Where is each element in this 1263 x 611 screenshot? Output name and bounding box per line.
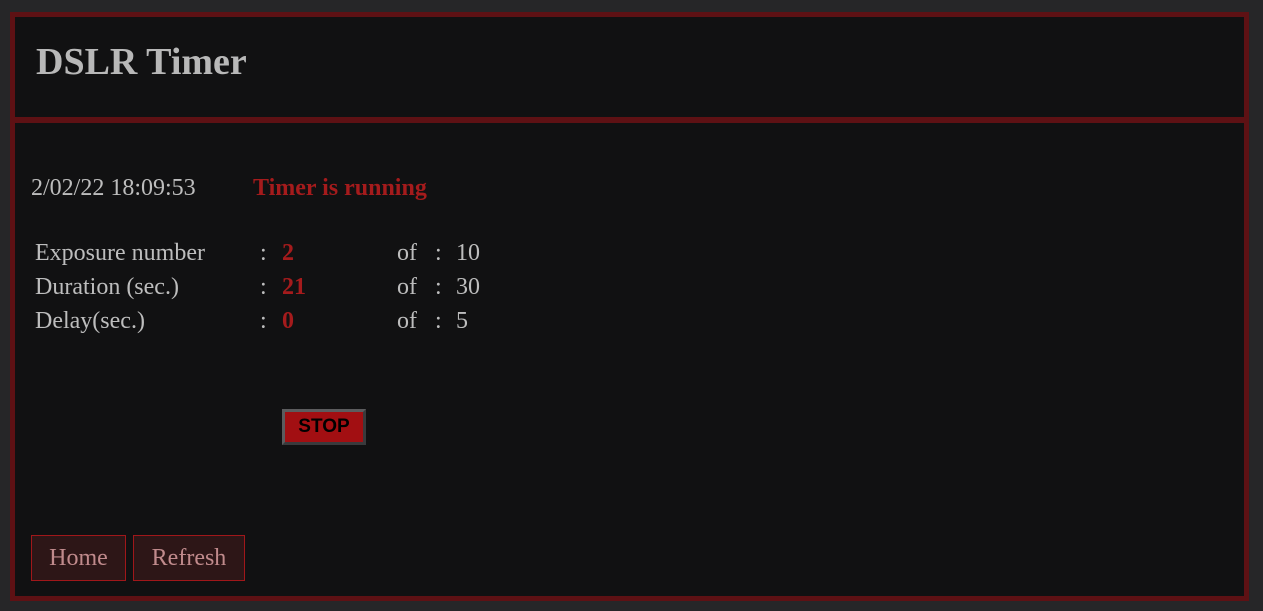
stat-value: 21	[282, 274, 306, 300]
stat-of-label: of	[397, 274, 417, 300]
stats-table: Exposure number : 2 of : 10 Duration (se…	[35, 239, 535, 341]
stat-separator: :	[260, 308, 267, 334]
stop-button[interactable]: STOP	[282, 409, 366, 445]
stat-total: 10	[456, 240, 480, 266]
stat-total: 30	[456, 274, 480, 300]
stat-label: Delay(sec.)	[35, 308, 145, 334]
stat-label: Duration (sec.)	[35, 274, 179, 300]
stat-row-delay: Delay(sec.) : 0 of : 5	[35, 307, 535, 341]
stat-label: Exposure number	[35, 240, 205, 266]
app-frame: DSLR Timer 2/02/22 18:09:53 Timer is run…	[10, 12, 1249, 601]
timer-status: Timer is running	[253, 175, 427, 201]
stat-separator: :	[260, 274, 267, 300]
stat-separator: :	[435, 240, 442, 266]
stat-separator: :	[435, 308, 442, 334]
refresh-button[interactable]: Refresh	[133, 535, 245, 581]
stat-row-exposure: Exposure number : 2 of : 10	[35, 239, 535, 273]
page-title: DSLR Timer	[36, 41, 247, 83]
stat-of-label: of	[397, 308, 417, 334]
stat-value: 0	[282, 308, 294, 334]
stat-row-duration: Duration (sec.) : 21 of : 30	[35, 273, 535, 307]
stat-separator: :	[435, 274, 442, 300]
stat-of-label: of	[397, 240, 417, 266]
stat-value: 2	[282, 240, 294, 266]
datetime: 2/02/22 18:09:53	[31, 175, 196, 201]
stat-separator: :	[260, 240, 267, 266]
home-button[interactable]: Home	[31, 535, 126, 581]
stat-total: 5	[456, 308, 468, 334]
header: DSLR Timer	[15, 17, 1244, 123]
